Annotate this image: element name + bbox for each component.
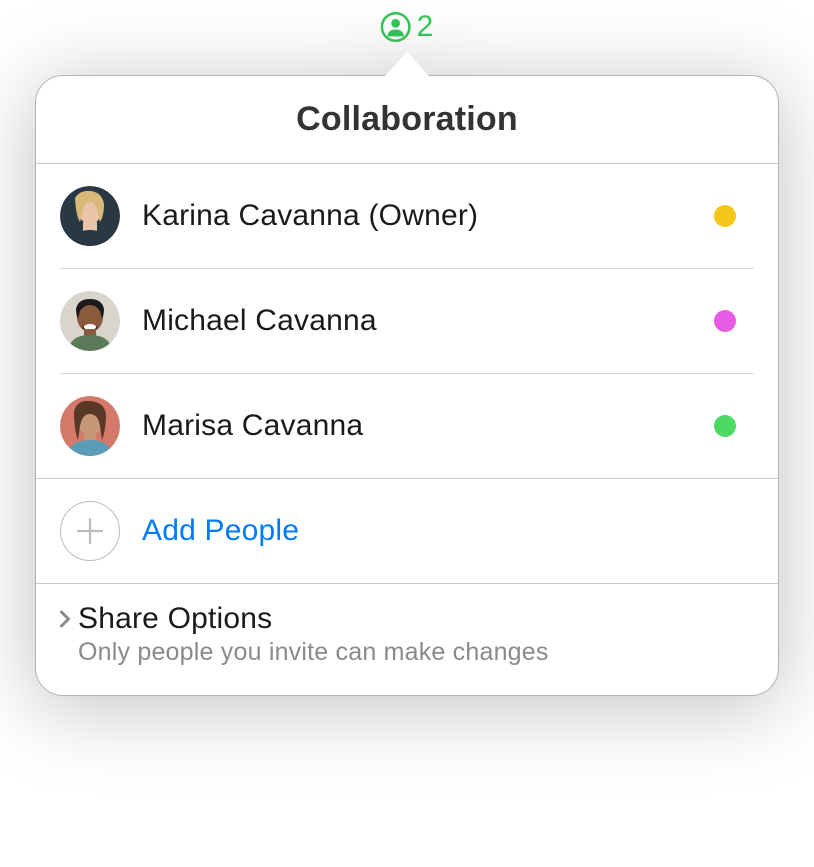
popover-pointer: [385, 52, 429, 76]
person-name: Karina Cavanna (Owner): [142, 199, 714, 233]
person-row[interactable]: Michael Cavanna: [60, 269, 754, 374]
person-name: Michael Cavanna: [142, 304, 714, 338]
plus-icon: [60, 501, 120, 561]
people-list: Karina Cavanna (Owner): [36, 164, 778, 478]
add-people-label: Add People: [142, 514, 299, 548]
share-options-header: Share Options: [60, 602, 754, 636]
popover-body: Collaboration: [35, 75, 779, 696]
popover-header: Collaboration: [36, 76, 778, 164]
share-options-subtitle: Only people you invite can make changes: [78, 638, 754, 667]
avatar: [60, 291, 120, 351]
share-options-section: Share Options Only people you invite can…: [36, 584, 778, 695]
person-name: Marisa Cavanna: [142, 409, 714, 443]
status-dot: [714, 415, 736, 437]
person-row[interactable]: Marisa Cavanna: [60, 374, 754, 478]
chevron-right-icon: [56, 610, 74, 628]
add-people-button[interactable]: Add People: [60, 479, 754, 583]
collaboration-indicator[interactable]: 2: [381, 10, 434, 44]
popover-title: Collaboration: [36, 100, 778, 139]
add-people-section: Add People: [36, 478, 778, 584]
person-row[interactable]: Karina Cavanna (Owner): [60, 164, 754, 269]
avatar: [60, 186, 120, 246]
status-dot: [714, 310, 736, 332]
status-dot: [714, 205, 736, 227]
share-options-button[interactable]: Share Options Only people you invite can…: [60, 602, 754, 667]
collaborator-count: 2: [417, 10, 434, 44]
collaboration-popover: Collaboration: [35, 52, 779, 696]
person-badge-icon: [381, 12, 411, 42]
share-options-title: Share Options: [78, 602, 272, 636]
avatar: [60, 396, 120, 456]
